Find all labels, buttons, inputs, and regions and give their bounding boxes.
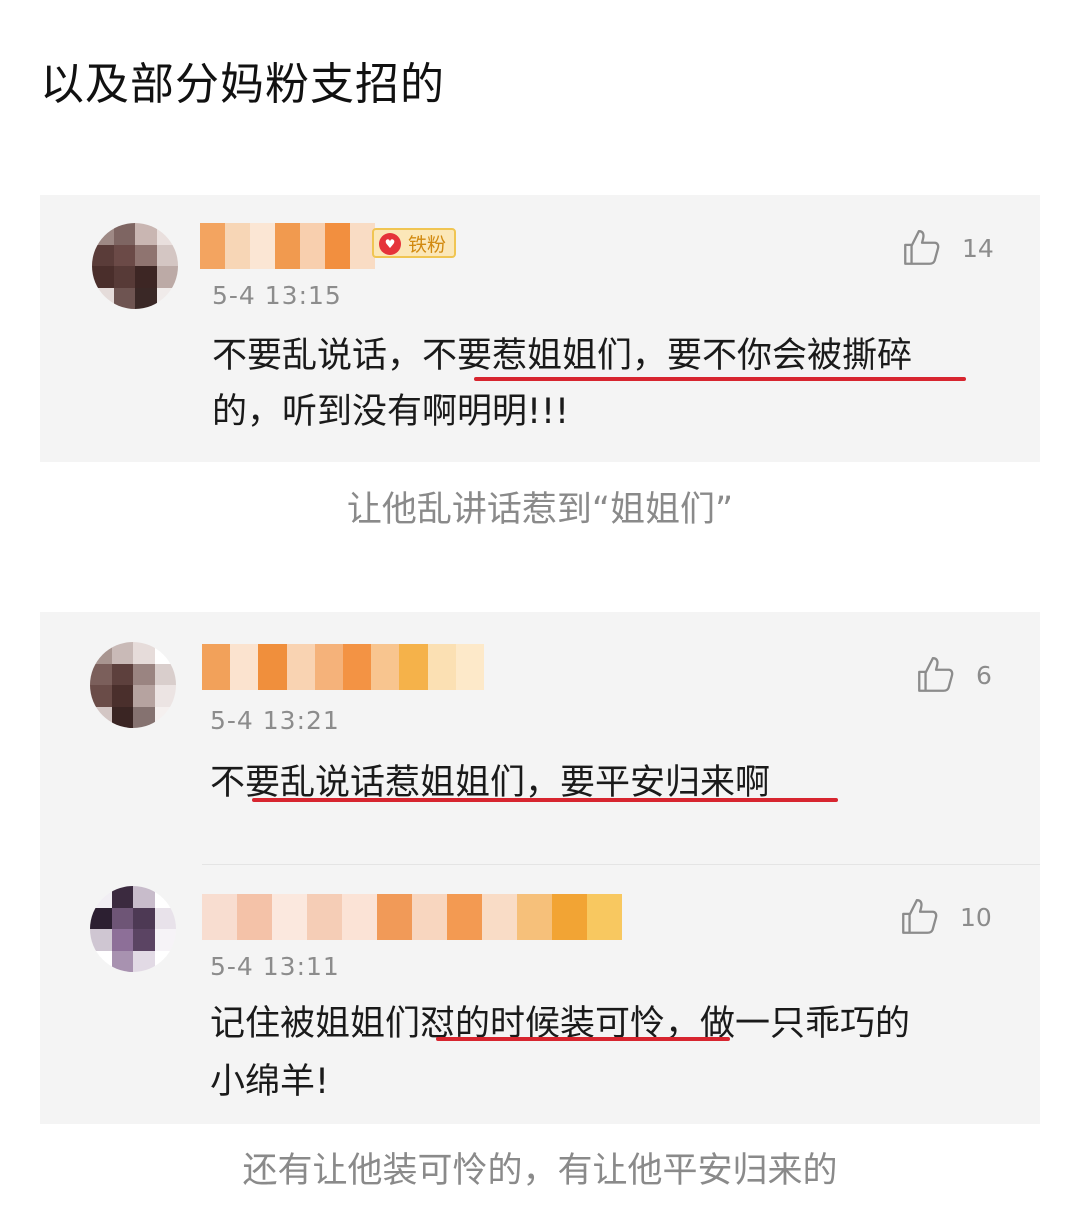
red-underline: [252, 798, 838, 802]
thumbs-up-icon: [902, 899, 938, 934]
comment-text-line-1: 记住被姐姐们怼的时候装可怜，做一只乖巧的: [210, 1004, 911, 1044]
comment-time: 5-4 13:15: [212, 281, 342, 310]
comment-card-2: 5-4 13:21 6 不要乱说话惹姐姐们，要平安归来啊 5-4 13:11 1…: [40, 612, 1040, 1124]
like-button[interactable]: 6: [914, 654, 992, 696]
username-blurred[interactable]: [200, 223, 375, 269]
username-blurred[interactable]: [202, 644, 484, 690]
username-blurred[interactable]: [202, 894, 622, 940]
comment-time: 5-4 13:21: [210, 706, 340, 735]
red-underline: [474, 377, 966, 381]
thumbs-up-icon: [904, 230, 940, 265]
comment-text-line-1: 不要乱说话惹姐姐们，要平安归来啊: [210, 763, 771, 803]
like-count: 14: [962, 233, 994, 263]
fan-badge: ♥ 铁粉: [372, 228, 457, 258]
red-underline: [436, 1037, 730, 1041]
caption-2: 还有让他装可怜的，有让他平安归来的: [242, 1151, 838, 1191]
thumbs-up-icon: [918, 657, 954, 692]
avatar[interactable]: [90, 642, 176, 728]
caption-1: 让他乱讲话惹到“姐姐们”: [346, 490, 734, 530]
headline: 以及部分妈粉支招的: [40, 59, 445, 110]
comment-2: 5-4 13:21 6 不要乱说话惹姐姐们，要平安归来啊: [40, 612, 1040, 864]
comment-time: 5-4 13:11: [210, 952, 340, 981]
avatar[interactable]: [90, 886, 176, 972]
comment-text-line-2: 小绵羊!: [210, 1062, 330, 1102]
comment-1: ♥ 铁粉 5-4 13:15 14 不要乱说话，不要惹姐姐们，要不你会被撕碎 的…: [40, 195, 1040, 462]
comment-text-line-2: 的，听到没有啊明明!!!: [212, 392, 570, 432]
avatar[interactable]: [92, 223, 178, 309]
like-button[interactable]: 10: [898, 896, 992, 938]
fan-badge-label: 铁粉: [408, 234, 447, 256]
like-count: 10: [960, 902, 992, 932]
like-count: 6: [976, 660, 992, 690]
comment-card-1: ♥ 铁粉 5-4 13:15 14 不要乱说话，不要惹姐姐们，要不你会被撕碎 的…: [40, 195, 1040, 462]
fan-badge-icon: ♥: [379, 233, 401, 255]
comment-3: 5-4 13:11 10 记住被姐姐们怼的时候装可怜，做一只乖巧的 小绵羊!: [40, 864, 1040, 1124]
like-button[interactable]: 14: [900, 227, 994, 269]
